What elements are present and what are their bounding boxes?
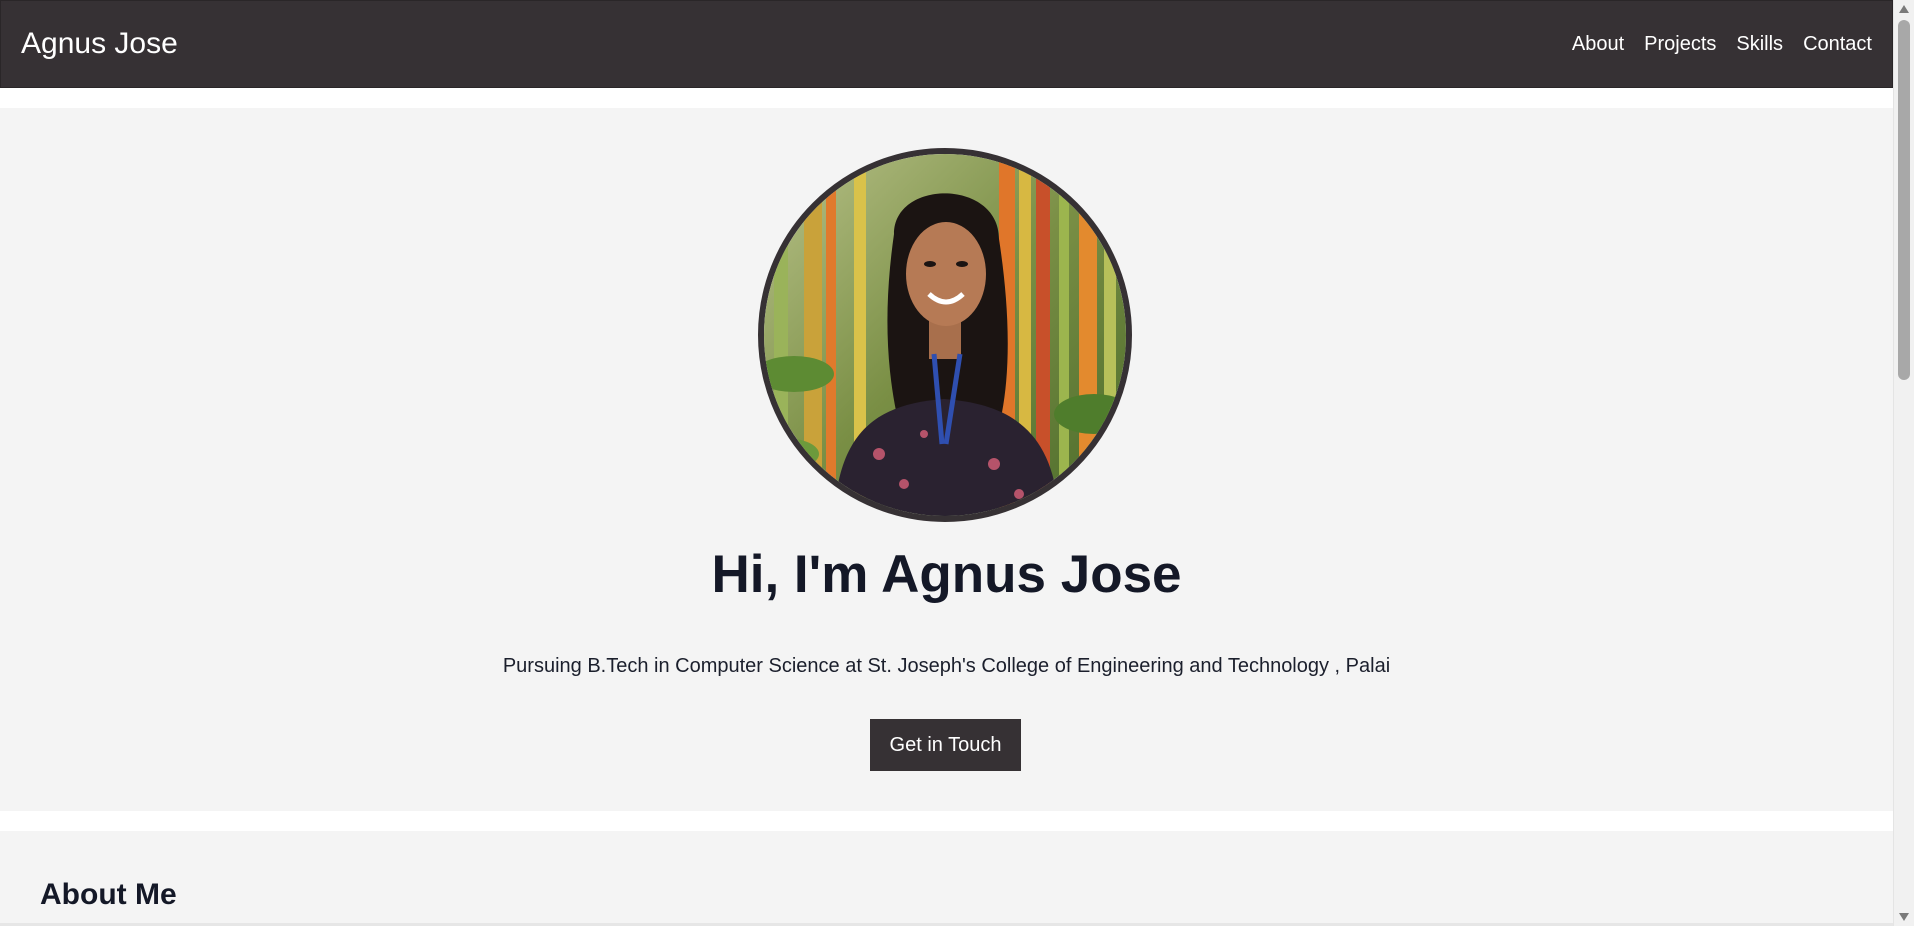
- scrollbar-thumb[interactable]: [1898, 20, 1910, 380]
- page: Agnus Jose About Projects Skills Contact: [0, 0, 1914, 926]
- hero-subtitle: Pursuing B.Tech in Computer Science at S…: [502, 655, 1391, 677]
- brand-name[interactable]: Agnus Jose: [21, 25, 178, 63]
- hero-section: Hi, I'm Agnus Jose Pursuing B.Tech in Co…: [0, 108, 1893, 811]
- nav-links: About Projects Skills Contact: [1572, 31, 1872, 57]
- about-heading: About Me: [40, 878, 177, 911]
- nav-link-contact[interactable]: Contact: [1803, 31, 1872, 57]
- viewport: Agnus Jose About Projects Skills Contact: [0, 0, 1893, 926]
- nav-link-about[interactable]: About: [1572, 31, 1624, 57]
- hero-title: Hi, I'm Agnus Jose: [711, 545, 1182, 604]
- navbar: Agnus Jose About Projects Skills Contact: [0, 0, 1893, 88]
- get-in-touch-button[interactable]: Get in Touch: [870, 719, 1021, 771]
- about-section: About Me: [0, 831, 1893, 926]
- scroll-down-arrow-icon[interactable]: [1894, 908, 1914, 926]
- nav-link-skills[interactable]: Skills: [1736, 31, 1783, 57]
- profile-photo: [758, 148, 1132, 522]
- scroll-up-arrow-icon[interactable]: [1894, 0, 1914, 18]
- vertical-scrollbar[interactable]: [1893, 0, 1914, 926]
- nav-link-projects[interactable]: Projects: [1644, 31, 1716, 57]
- profile-photo-illustration: [764, 154, 1126, 516]
